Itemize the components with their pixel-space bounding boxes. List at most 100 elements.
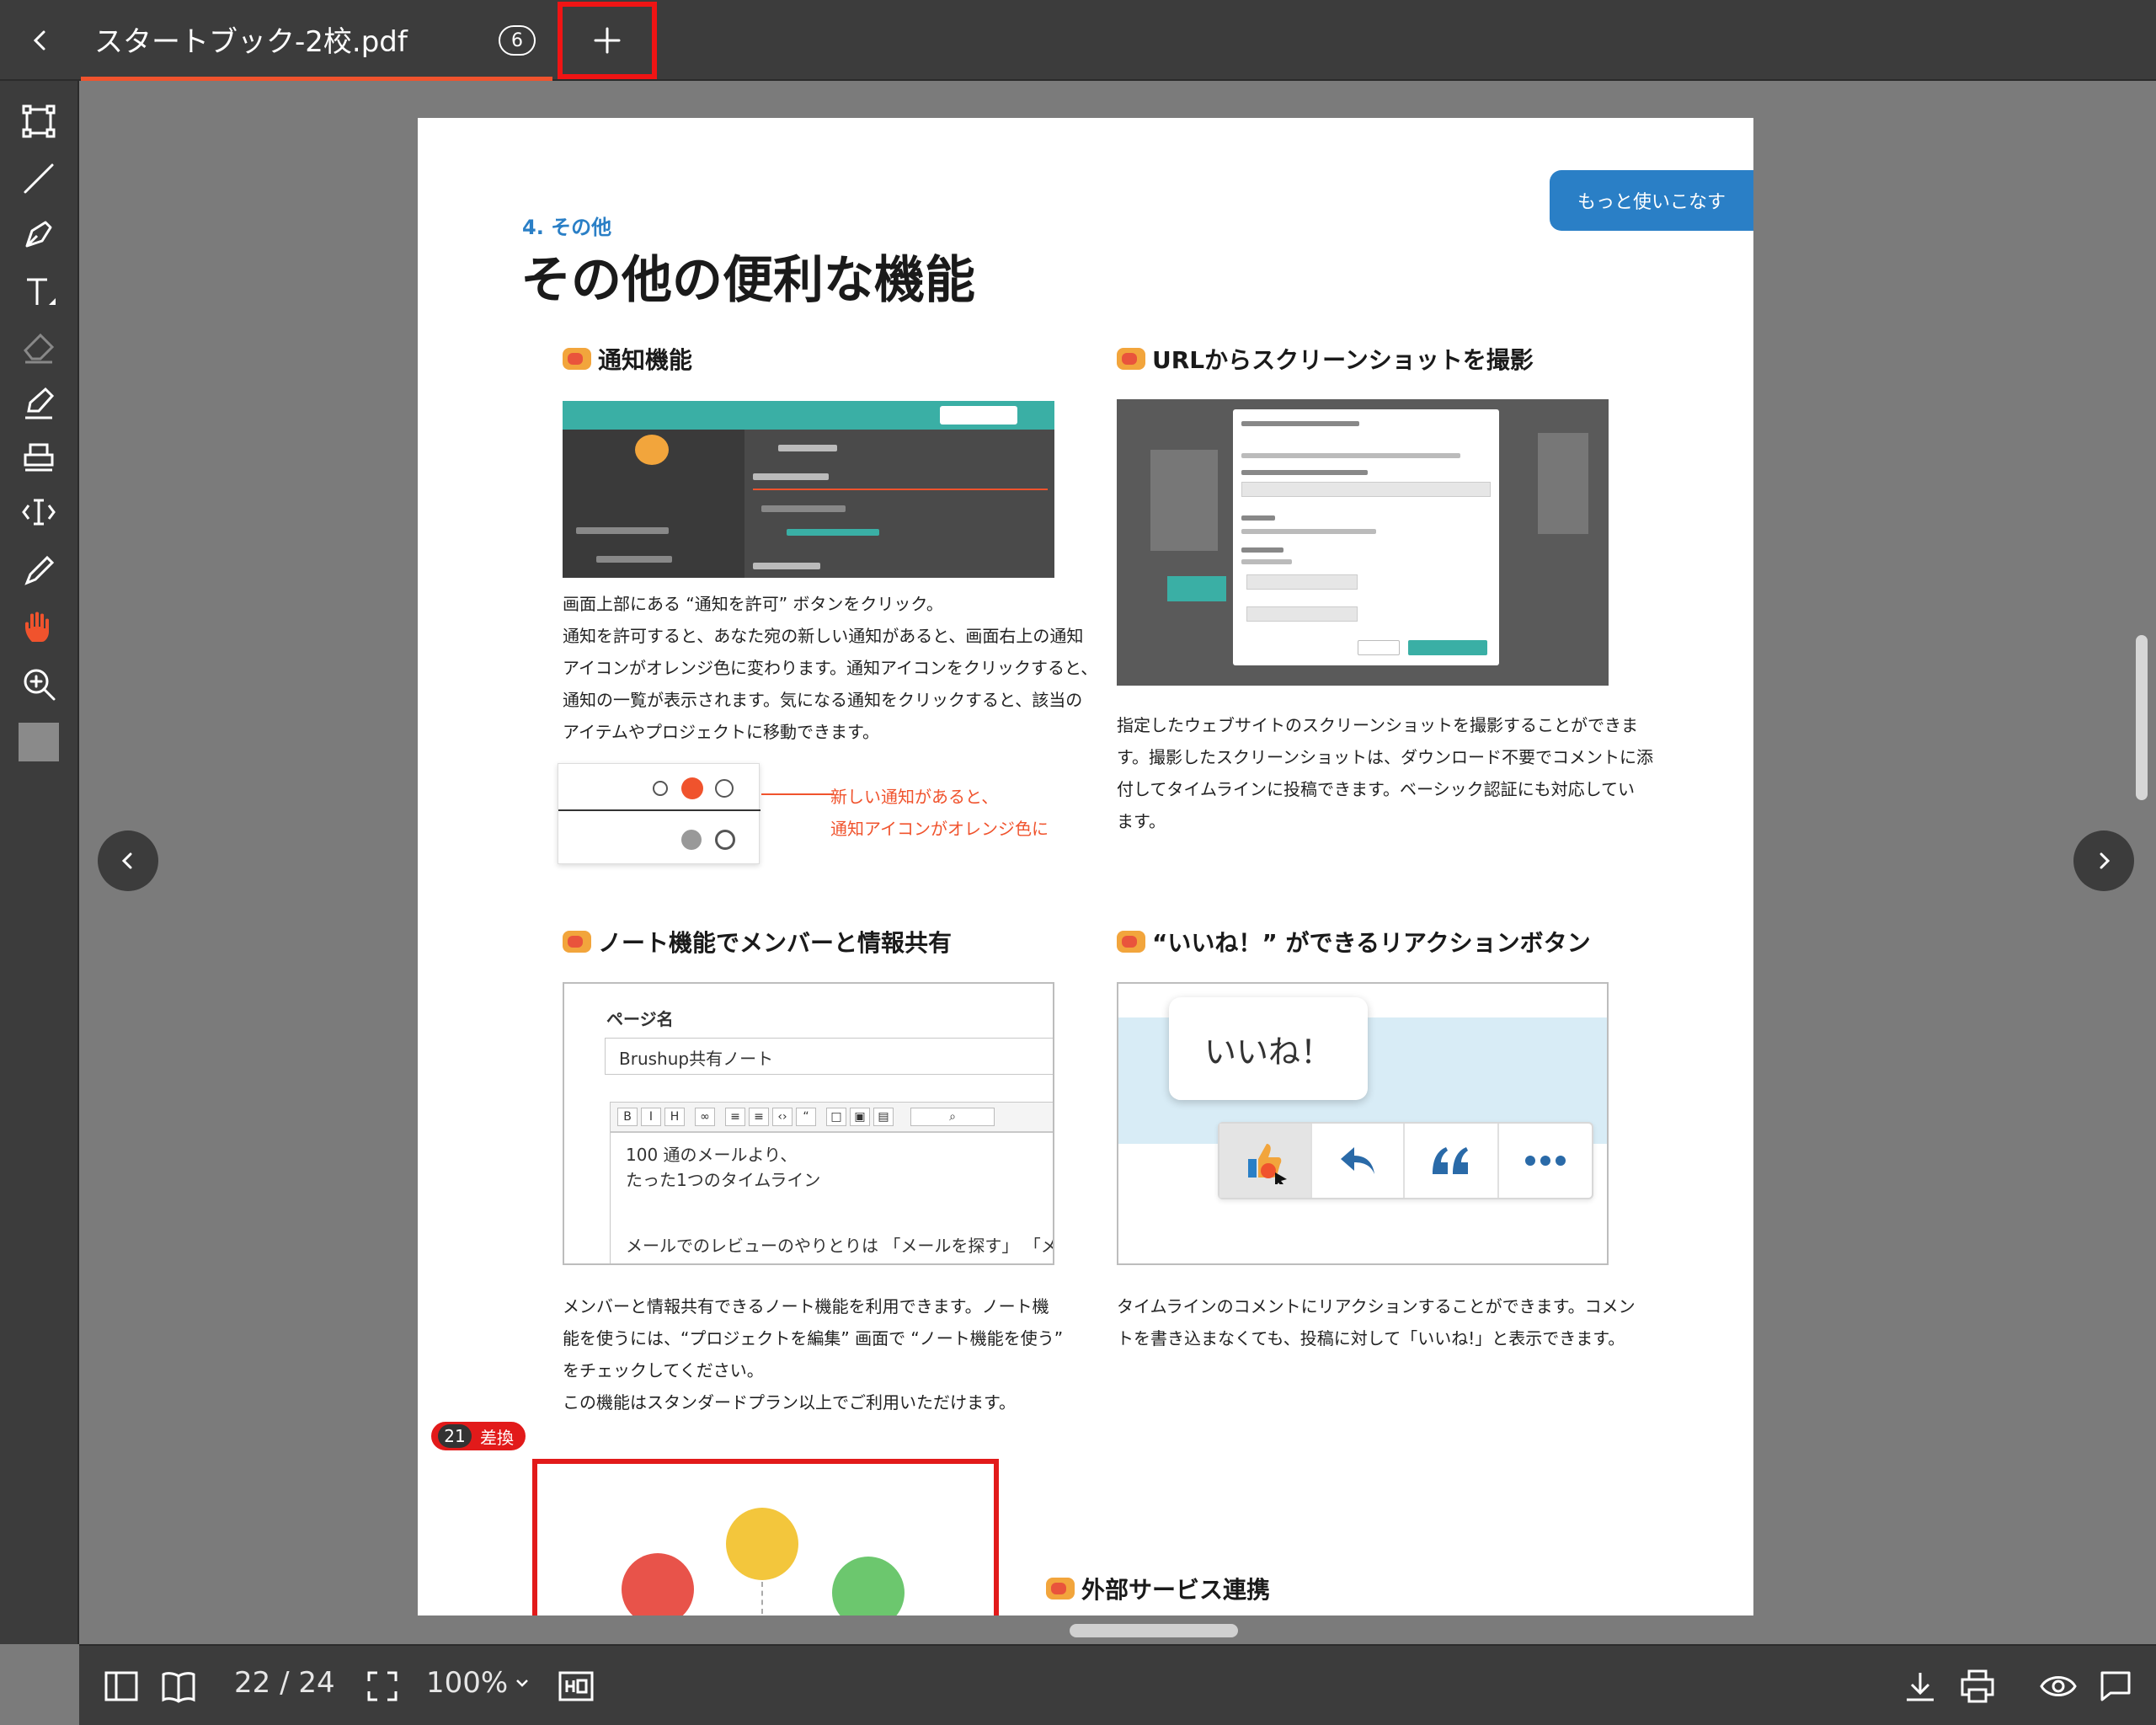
text-line: 画面上部にある “通知を許可” ボタンをクリック。 bbox=[563, 594, 943, 614]
print-button[interactable] bbox=[1956, 1664, 1999, 1708]
plus-icon bbox=[594, 27, 621, 54]
previous-page-button[interactable] bbox=[98, 830, 158, 891]
text-line: 付してタイムラインに投稿できます。ベーシック認証にも対応してい bbox=[1117, 779, 1635, 799]
tab-title: スタートブック-2校.pdf bbox=[94, 25, 408, 59]
view-mode-button[interactable] bbox=[2036, 1664, 2080, 1708]
chevron-left-icon bbox=[33, 30, 45, 51]
note-text-line: メールでのレビューのやりとりは 「メールを探す」 「メ bbox=[626, 1236, 1054, 1256]
text-line: 通知を許可すると、あなた宛の新しい通知があると、画面右上の通知 bbox=[563, 626, 1084, 646]
chevron-left-icon bbox=[121, 852, 132, 869]
add-tab-button[interactable] bbox=[558, 2, 657, 79]
note-text-line: たった1つのタイムライン bbox=[626, 1170, 821, 1190]
hand-icon bbox=[25, 611, 49, 642]
chevron-down-icon bbox=[516, 1680, 529, 1687]
hand-tool[interactable] bbox=[12, 603, 66, 650]
file-icon: ▤ bbox=[873, 1108, 894, 1126]
page-name-label: ページ名 bbox=[606, 1009, 674, 1029]
code-icon: ‹› bbox=[772, 1108, 792, 1126]
zoom-in-icon bbox=[24, 669, 56, 701]
text-line: アイテムやプロジェクトに移動できます。 bbox=[563, 722, 879, 742]
text-line: トを書き込まなくても、投稿に対して「いいね!」と表示できます。 bbox=[1117, 1328, 1625, 1348]
note-section-title: ノート機能でメンバーと情報共有 bbox=[563, 925, 952, 959]
pdf-viewer-app: スタートブック-2校.pdf 6 もっと使いこなす 4. その他 その他の便利な… bbox=[0, 0, 2156, 1725]
quote-icon bbox=[1405, 1124, 1499, 1198]
section-number: 4. その他 bbox=[522, 216, 612, 239]
allow-notification-button bbox=[940, 406, 1017, 425]
download-icon bbox=[1907, 1673, 1934, 1701]
fit-page-button[interactable] bbox=[360, 1664, 404, 1708]
text-tool[interactable] bbox=[12, 268, 66, 315]
stamp-icon bbox=[24, 443, 54, 472]
notification-permission-bar bbox=[563, 401, 1054, 430]
print-icon bbox=[1961, 1669, 1994, 1703]
fullscreen-icon bbox=[367, 1671, 398, 1701]
book-view-button[interactable] bbox=[157, 1664, 200, 1708]
callout-text-1: 新しい通知があると、 bbox=[830, 787, 999, 807]
screenshot-section-title: URLからスクリーンショットを撮影 bbox=[1117, 342, 1534, 376]
category-badge: もっと使いこなす bbox=[1550, 170, 1753, 231]
bottom-bar: 22 / 24 100% bbox=[79, 1644, 2156, 1725]
screenshot-body: 指定したウェブサイトのスクリーンショットを撮影することができま す。撮影したスク… bbox=[1117, 709, 1653, 837]
eraser-tool[interactable] bbox=[12, 323, 66, 371]
zoom-selector[interactable]: 100% bbox=[426, 1666, 530, 1700]
back-button[interactable] bbox=[17, 17, 64, 64]
list-icon: ≡ bbox=[725, 1108, 745, 1126]
like-bubble: いいね！ bbox=[1169, 997, 1368, 1100]
stamp-tool[interactable] bbox=[12, 435, 66, 482]
reaction-bar bbox=[1218, 1122, 1593, 1199]
reaction-section-title: “いいね！” ができるリアクションボタン bbox=[1117, 925, 1591, 959]
text-line: をチェックしてください。 bbox=[563, 1360, 764, 1381]
page-name-field: Brushup共有ノート bbox=[605, 1038, 1053, 1075]
brush-icon bbox=[24, 555, 55, 585]
brushup-logo-icon bbox=[635, 435, 669, 465]
comments-button[interactable] bbox=[2094, 1664, 2137, 1708]
text-line: 能を使うには、“プロジェクトを編集” 画面で “ノート機能を使う” bbox=[563, 1328, 1064, 1348]
revision-number: 21 bbox=[438, 1424, 472, 1448]
sidebar-toggle-button[interactable] bbox=[99, 1664, 143, 1708]
text-line: ます。 bbox=[1117, 811, 1166, 831]
revision-badge[interactable]: 21 差換 bbox=[430, 1420, 527, 1452]
text-line: 指定したウェブサイトのスクリーンショットを撮影することができま bbox=[1117, 715, 1638, 735]
sidebar-icon bbox=[104, 1671, 138, 1701]
url-screenshot-dialog-preview bbox=[1117, 399, 1609, 686]
reply-icon bbox=[1312, 1124, 1405, 1198]
highlighter-tool[interactable] bbox=[12, 379, 66, 426]
text-line: す。撮影したスクリーンショットは、ダウンロード不要でコメントに添 bbox=[1117, 747, 1653, 767]
vertical-scrollbar[interactable] bbox=[2136, 635, 2148, 800]
download-button[interactable] bbox=[1898, 1664, 1942, 1708]
chat-service-icon bbox=[622, 1553, 694, 1616]
next-page-button[interactable] bbox=[2073, 830, 2134, 891]
tab-count-badge: 6 bbox=[499, 25, 536, 56]
external-service-title: 外部サービス連携 bbox=[1046, 1572, 1270, 1605]
more-icon bbox=[1499, 1124, 1592, 1198]
pen-tool[interactable] bbox=[12, 211, 66, 258]
help-icon bbox=[715, 779, 734, 798]
quote-icon: “ bbox=[796, 1108, 816, 1126]
note-title-text: ノート機能でメンバーと情報共有 bbox=[598, 929, 953, 957]
color-swatch[interactable] bbox=[19, 723, 59, 761]
image-icon: ▣ bbox=[850, 1108, 870, 1126]
line-tool[interactable] bbox=[12, 155, 66, 202]
external-title-text: 外部サービス連携 bbox=[1081, 1576, 1271, 1604]
notification-body: 画面上部にある “通知を許可” ボタンをクリック。 通知を許可すると、あなた宛の… bbox=[563, 588, 1097, 748]
rectangle-select-tool[interactable] bbox=[12, 98, 66, 145]
page-indicator[interactable]: 22 / 24 bbox=[234, 1666, 335, 1700]
text-line: 通知の一覧が表示されます。気になる通知をクリックすると、該当の bbox=[563, 690, 1083, 710]
zoom-tool[interactable] bbox=[12, 660, 66, 708]
text-select-tool[interactable] bbox=[12, 489, 66, 536]
hq-toggle-button[interactable] bbox=[554, 1664, 598, 1708]
reaction-body: タイムラインのコメントにリアクションすることができます。コメン トを書き込まなく… bbox=[1117, 1290, 1636, 1354]
pin-icon bbox=[681, 830, 702, 850]
horizontal-scrollbar[interactable] bbox=[1070, 1624, 1238, 1637]
text-icon bbox=[27, 278, 56, 305]
document-tab[interactable]: スタートブック-2校.pdf 6 bbox=[81, 0, 552, 81]
bell-icon bbox=[681, 777, 703, 799]
revision-area[interactable] bbox=[532, 1459, 999, 1616]
thumbs-up-icon bbox=[1219, 1124, 1312, 1198]
cloud-upload-icon bbox=[726, 1508, 798, 1580]
brush-tool[interactable] bbox=[12, 546, 66, 593]
revision-label: 差換 bbox=[480, 1427, 514, 1448]
comment-icon bbox=[2100, 1671, 2131, 1701]
chat-bubble-icon bbox=[563, 931, 591, 953]
pen-nib-icon bbox=[25, 221, 52, 248]
